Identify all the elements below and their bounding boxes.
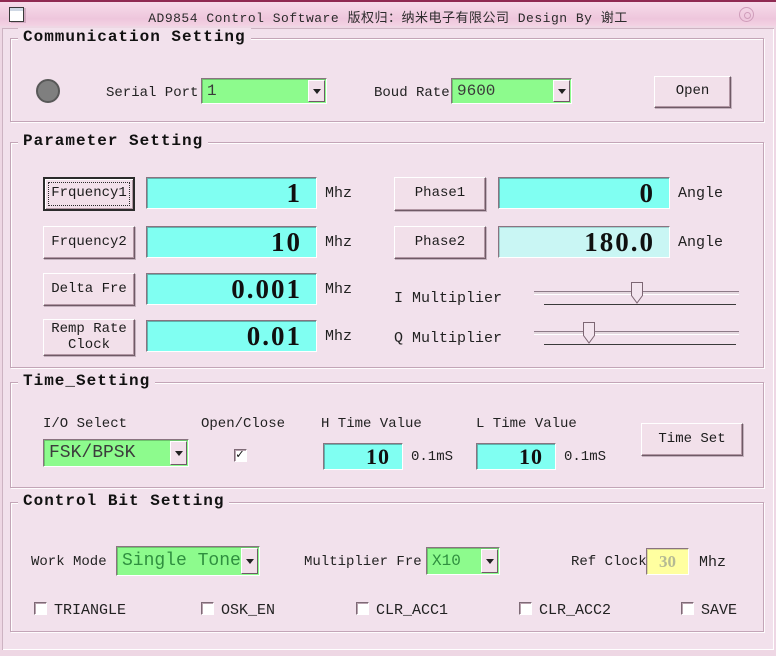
slider-thumb-icon xyxy=(630,282,643,304)
frequency2-unit: Mhz xyxy=(325,234,353,251)
delta-fre-unit: Mhz xyxy=(325,281,353,298)
group-title-control-bit: Control Bit Setting xyxy=(18,492,230,510)
focus-rect xyxy=(48,182,130,206)
baud-rate-value: 9600 xyxy=(457,82,496,100)
phase2-unit: Angle xyxy=(678,234,724,251)
arrow-down-glyph xyxy=(485,558,494,564)
q-multiplier-slider[interactable] xyxy=(534,322,739,348)
io-select-dropdown[interactable]: FSK/BPSK xyxy=(43,439,189,467)
dropdown-arrow-icon[interactable] xyxy=(170,441,187,465)
frequency2-field[interactable]: 10 xyxy=(146,226,317,258)
parameter-setting-group: Parameter Setting Frquency1 1 Mhz Frquen… xyxy=(10,132,764,368)
titlebar: AD9854 Control Software 版权归：纳米电子有限公司 Des… xyxy=(0,0,776,26)
remp-rate-clock-field[interactable]: 0.01 xyxy=(146,320,317,352)
arrow-down-glyph xyxy=(174,450,183,456)
group-title-parameter: Parameter Setting xyxy=(18,132,209,150)
phase1-unit: Angle xyxy=(678,185,724,202)
save-checkbox-label: SAVE xyxy=(701,602,738,619)
i-multiplier-slider[interactable] xyxy=(534,282,739,308)
open-close-label: Open/Close xyxy=(201,416,286,432)
work-mode-value: Single Tone xyxy=(122,551,240,571)
work-mode-label: Work Mode xyxy=(31,554,107,570)
serial-port-select[interactable]: 1 xyxy=(201,78,327,104)
triangle-checkbox[interactable] xyxy=(34,602,47,615)
group-title-communication: Communication Setting xyxy=(18,28,251,46)
frequency2-button[interactable]: Frquency2 xyxy=(43,226,135,259)
delta-fre-field[interactable]: 0.001 xyxy=(146,273,317,305)
phase2-button[interactable]: Phase2 xyxy=(394,226,486,259)
dropdown-arrow-icon[interactable] xyxy=(553,80,570,102)
baud-rate-label: Boud Rate xyxy=(374,85,450,101)
arrow-down-glyph xyxy=(245,558,254,564)
control-bit-setting-group: Control Bit Setting Work Mode Single Ton… xyxy=(10,492,764,632)
phase1-button[interactable]: Phase1 xyxy=(394,177,486,211)
time-set-button[interactable]: Time Set xyxy=(641,423,743,456)
frequency1-button[interactable]: Frquency1 xyxy=(43,177,135,211)
remp-rate-clock-button[interactable]: Remp Rate Clock xyxy=(43,319,135,356)
q-multiplier-label: Q Multiplier xyxy=(394,330,503,347)
io-select-value: FSK/BPSK xyxy=(49,443,136,463)
serial-port-value: 1 xyxy=(207,82,217,100)
slider-track xyxy=(534,331,739,334)
clr-acc1-checkbox[interactable] xyxy=(356,602,369,615)
slider-thumb-icon xyxy=(583,322,596,344)
ref-clock-unit: Mhz xyxy=(699,554,727,571)
time-setting-group: Time_Setting I/O Select Open/Close H Tim… xyxy=(10,372,764,488)
clr-acc2-checkbox-label: CLR_ACC2 xyxy=(539,602,612,619)
dropdown-arrow-icon[interactable] xyxy=(308,80,325,102)
ref-clock-field: 30 xyxy=(646,548,689,575)
frequency1-field[interactable]: 1 xyxy=(146,177,317,209)
l-time-label: L Time Value xyxy=(476,416,577,432)
io-select-label: I/O Select xyxy=(43,416,128,432)
slider-underline xyxy=(544,304,736,305)
remp-rate-clock-unit: Mhz xyxy=(325,328,353,345)
l-time-unit: 0.1mS xyxy=(564,449,607,465)
titlebar-circle-icon[interactable] xyxy=(739,7,754,22)
i-multiplier-label: I Multiplier xyxy=(394,290,503,307)
phase1-field[interactable]: 0 xyxy=(498,177,670,209)
app-window: AD9854 Control Software 版权归：纳米电子有限公司 Des… xyxy=(0,0,776,656)
osk-en-checkbox-label: OSK_EN xyxy=(221,602,276,619)
osk-en-checkbox[interactable] xyxy=(201,602,214,615)
multiplier-fre-dropdown[interactable]: X10 xyxy=(426,547,500,575)
arrow-down-glyph xyxy=(312,88,321,94)
h-time-label: H Time Value xyxy=(321,416,422,432)
group-title-time: Time_Setting xyxy=(18,372,156,390)
frequency1-unit: Mhz xyxy=(325,185,353,202)
multiplier-fre-value: X10 xyxy=(432,552,461,570)
phase2-field[interactable]: 180.0 xyxy=(498,226,670,258)
slider-thumb[interactable] xyxy=(583,322,596,344)
com-status-indicator xyxy=(36,79,60,103)
save-checkbox[interactable] xyxy=(681,602,694,615)
communication-setting-group: Communication Setting Serial Port 1 Boud… xyxy=(10,28,764,122)
h-time-field[interactable]: 10 xyxy=(323,443,403,470)
triangle-checkbox-label: TRIANGLE xyxy=(54,602,127,619)
clr-acc2-checkbox[interactable] xyxy=(519,602,532,615)
dropdown-arrow-icon[interactable] xyxy=(481,549,498,573)
open-button[interactable]: Open xyxy=(654,76,731,108)
ref-clock-label: Ref Clock xyxy=(571,554,647,570)
baud-rate-select[interactable]: 9600 xyxy=(451,78,572,104)
arrow-down-glyph xyxy=(557,88,566,94)
work-mode-dropdown[interactable]: Single Tone xyxy=(116,546,260,576)
window-title: AD9854 Control Software 版权归：纳米电子有限公司 Des… xyxy=(148,11,628,26)
open-close-checkbox[interactable] xyxy=(234,447,247,462)
slider-thumb[interactable] xyxy=(630,282,643,304)
multiplier-fre-label: Multiplier Fre xyxy=(304,554,422,570)
serial-port-label: Serial Port xyxy=(106,85,199,101)
delta-fre-button[interactable]: Delta Fre xyxy=(43,273,135,306)
h-time-unit: 0.1mS xyxy=(411,449,454,465)
l-time-field[interactable]: 10 xyxy=(476,443,556,470)
dropdown-arrow-icon[interactable] xyxy=(241,548,258,574)
clr-acc1-checkbox-label: CLR_ACC1 xyxy=(376,602,449,619)
slider-underline xyxy=(544,344,736,345)
